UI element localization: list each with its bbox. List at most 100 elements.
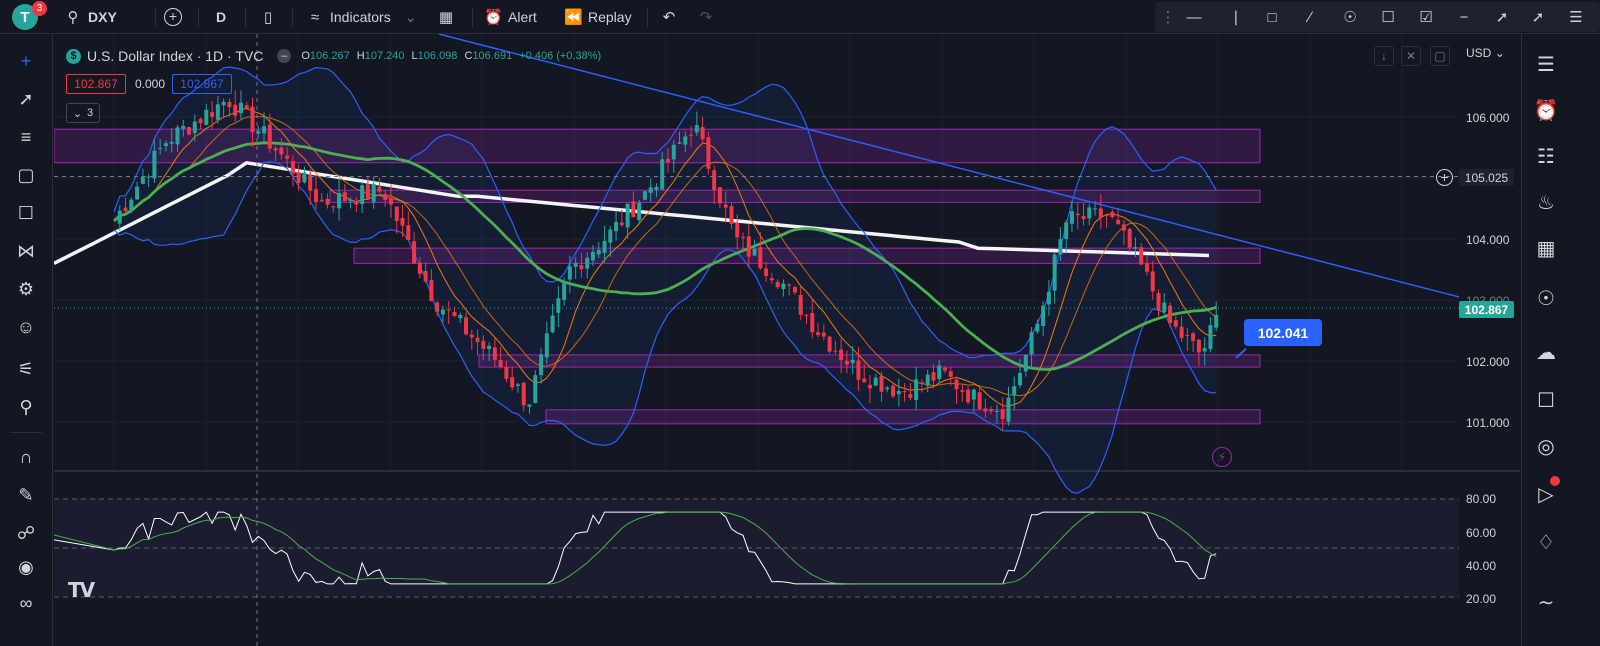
forecast-icon[interactable]: ⚙: [13, 276, 39, 302]
eye-icon[interactable]: ◉: [13, 554, 39, 580]
drawing-toolbar: ⋮ — ∣ □ ∕ ☉ ☐ ☑ − ➚ ➚ ☰: [1155, 2, 1600, 32]
link-icon[interactable]: ∞: [13, 590, 39, 616]
crosshair-icon[interactable]: +: [13, 48, 39, 74]
grid-icon: ▦: [438, 9, 454, 26]
currency-selector[interactable]: USD ⌄: [1466, 46, 1505, 60]
candle-body: [360, 185, 365, 205]
right-sidebar: ☰ ⏰ ☷ ♨ ▦ ☉ ☁ ☐ ◎ ▷ ♢ ∼: [1521, 34, 1600, 646]
horizontal-ray-icon[interactable]: —: [1183, 6, 1205, 28]
signals-icon[interactable]: ◎: [1532, 432, 1560, 460]
calendar-icon[interactable]: ▦: [1532, 234, 1560, 262]
indicators-button[interactable]: ≈ Indicators ⌄: [306, 0, 417, 34]
hotlist-flame-icon[interactable]: ♨: [1532, 188, 1560, 216]
trend-line-tool-icon[interactable]: ➚: [13, 86, 39, 112]
symbol-search[interactable]: ⚲ DXY: [64, 0, 117, 34]
wave-icon[interactable]: ∼: [1532, 588, 1560, 616]
candle-body: [267, 124, 272, 149]
vertical-line-icon[interactable]: ∣: [1225, 6, 1247, 28]
change-value: +0.406 (+0.38%): [519, 50, 602, 62]
trend-line-icon[interactable]: ➚: [1527, 6, 1549, 28]
indicators-toggle[interactable]: ⌄ 3: [66, 103, 100, 123]
add-alert-icon[interactable]: +: [1436, 169, 1453, 186]
candle-body: [308, 174, 313, 191]
object-tree-icon[interactable]: ☷: [1532, 142, 1560, 170]
candle-body: [850, 359, 855, 363]
note-icon[interactable]: ☑: [1415, 6, 1437, 28]
ideas-bulb-icon[interactable]: ☉: [1532, 284, 1560, 312]
candle-body: [654, 186, 659, 190]
rectangle-icon[interactable]: □: [1261, 6, 1283, 28]
maximize-icon[interactable]: ▢: [1430, 46, 1450, 66]
replay-button[interactable]: ⏪ Replay: [564, 0, 632, 34]
buy-price[interactable]: 102.867: [172, 74, 232, 94]
candles-icon: ▯: [263, 9, 273, 26]
rectangle-tool-icon[interactable]: ▢: [13, 162, 39, 188]
chart-type-button[interactable]: ▯: [259, 0, 283, 34]
candle-body: [943, 367, 947, 371]
path-icon[interactable]: ➚: [1491, 6, 1513, 28]
candle-body: [527, 404, 532, 407]
cycle-icon[interactable]: ☉: [1339, 6, 1361, 28]
scroll-down-icon[interactable]: ↓: [1374, 46, 1394, 66]
pattern-icon[interactable]: ⋈: [13, 238, 39, 264]
candle-body: [123, 207, 128, 212]
annotation-icon[interactable]: ☐: [13, 200, 39, 226]
emoji-icon[interactable]: ☺: [13, 314, 39, 340]
callout-icon[interactable]: ☐: [1377, 6, 1399, 28]
zoom-in-icon[interactable]: ⚲: [13, 394, 39, 420]
candle-body: [1150, 271, 1155, 292]
compare-symbol-button[interactable]: +: [164, 0, 188, 34]
parallel-channel-icon[interactable]: ∕: [1299, 6, 1321, 28]
price-callout[interactable]: 102.041: [1244, 319, 1322, 346]
candle-body: [706, 137, 711, 169]
candle-body: [544, 333, 549, 358]
candle-body: [775, 281, 780, 288]
current-price-label: 102.867: [1459, 301, 1514, 318]
candle-body: [181, 126, 186, 129]
streams-icon[interactable]: ☁: [1532, 338, 1560, 366]
candle-body: [931, 372, 936, 381]
expand-icon[interactable]: ☰: [1565, 6, 1587, 28]
candle-body: [394, 206, 399, 222]
candle-body: [925, 374, 930, 386]
layouts-button[interactable]: ▦: [437, 0, 461, 34]
candle-body: [175, 127, 180, 145]
candle-body: [752, 248, 757, 256]
lightning-icon[interactable]: ⚡: [1212, 447, 1232, 467]
alert-button[interactable]: ⏰ Alert: [484, 0, 537, 34]
legend-title: U.S. Dollar Index · 1D · TVC: [87, 48, 264, 64]
candle-body: [585, 257, 590, 269]
sell-price[interactable]: 102.867: [66, 74, 126, 94]
indicator-count: 3: [87, 107, 94, 119]
horizontal-lines-icon[interactable]: ≡: [13, 124, 39, 150]
candle-body: [412, 241, 417, 264]
alerts-clock-icon[interactable]: ⏰: [1532, 96, 1560, 124]
candle-body: [1179, 326, 1184, 338]
magnet-icon[interactable]: ∩: [13, 444, 39, 470]
ruler-icon[interactable]: ⚟: [13, 356, 39, 382]
candle-body: [804, 314, 809, 316]
candle-body: [135, 186, 140, 200]
candle-body: [1081, 215, 1086, 220]
collapse-icon[interactable]: ✕: [1401, 46, 1421, 66]
candle-body: [914, 379, 919, 401]
undo-button[interactable]: ↶: [660, 0, 684, 34]
interval-label: D: [216, 9, 227, 25]
candle-body: [631, 201, 636, 218]
drag-handle-icon[interactable]: ⋮: [1157, 6, 1179, 28]
candle-body: [596, 249, 601, 255]
interval-button[interactable]: D: [216, 0, 226, 34]
lock-icon[interactable]: ☍: [13, 520, 39, 546]
candle-body: [683, 136, 688, 145]
candle-body: [608, 229, 613, 243]
lock-drawing-icon[interactable]: ✎: [13, 482, 39, 508]
minus-icon[interactable]: –: [277, 49, 292, 63]
bell-icon[interactable]: ♢: [1532, 528, 1560, 556]
price-tick: 102.000: [1466, 355, 1510, 369]
chat-icon[interactable]: ☐: [1532, 386, 1560, 414]
candle-body: [1046, 291, 1051, 305]
redo-button[interactable]: ↷: [697, 0, 721, 34]
rewind-icon: ⏪: [564, 9, 583, 26]
horizontal-line-icon[interactable]: −: [1453, 6, 1475, 28]
watchlist-icon[interactable]: ☰: [1532, 50, 1560, 78]
